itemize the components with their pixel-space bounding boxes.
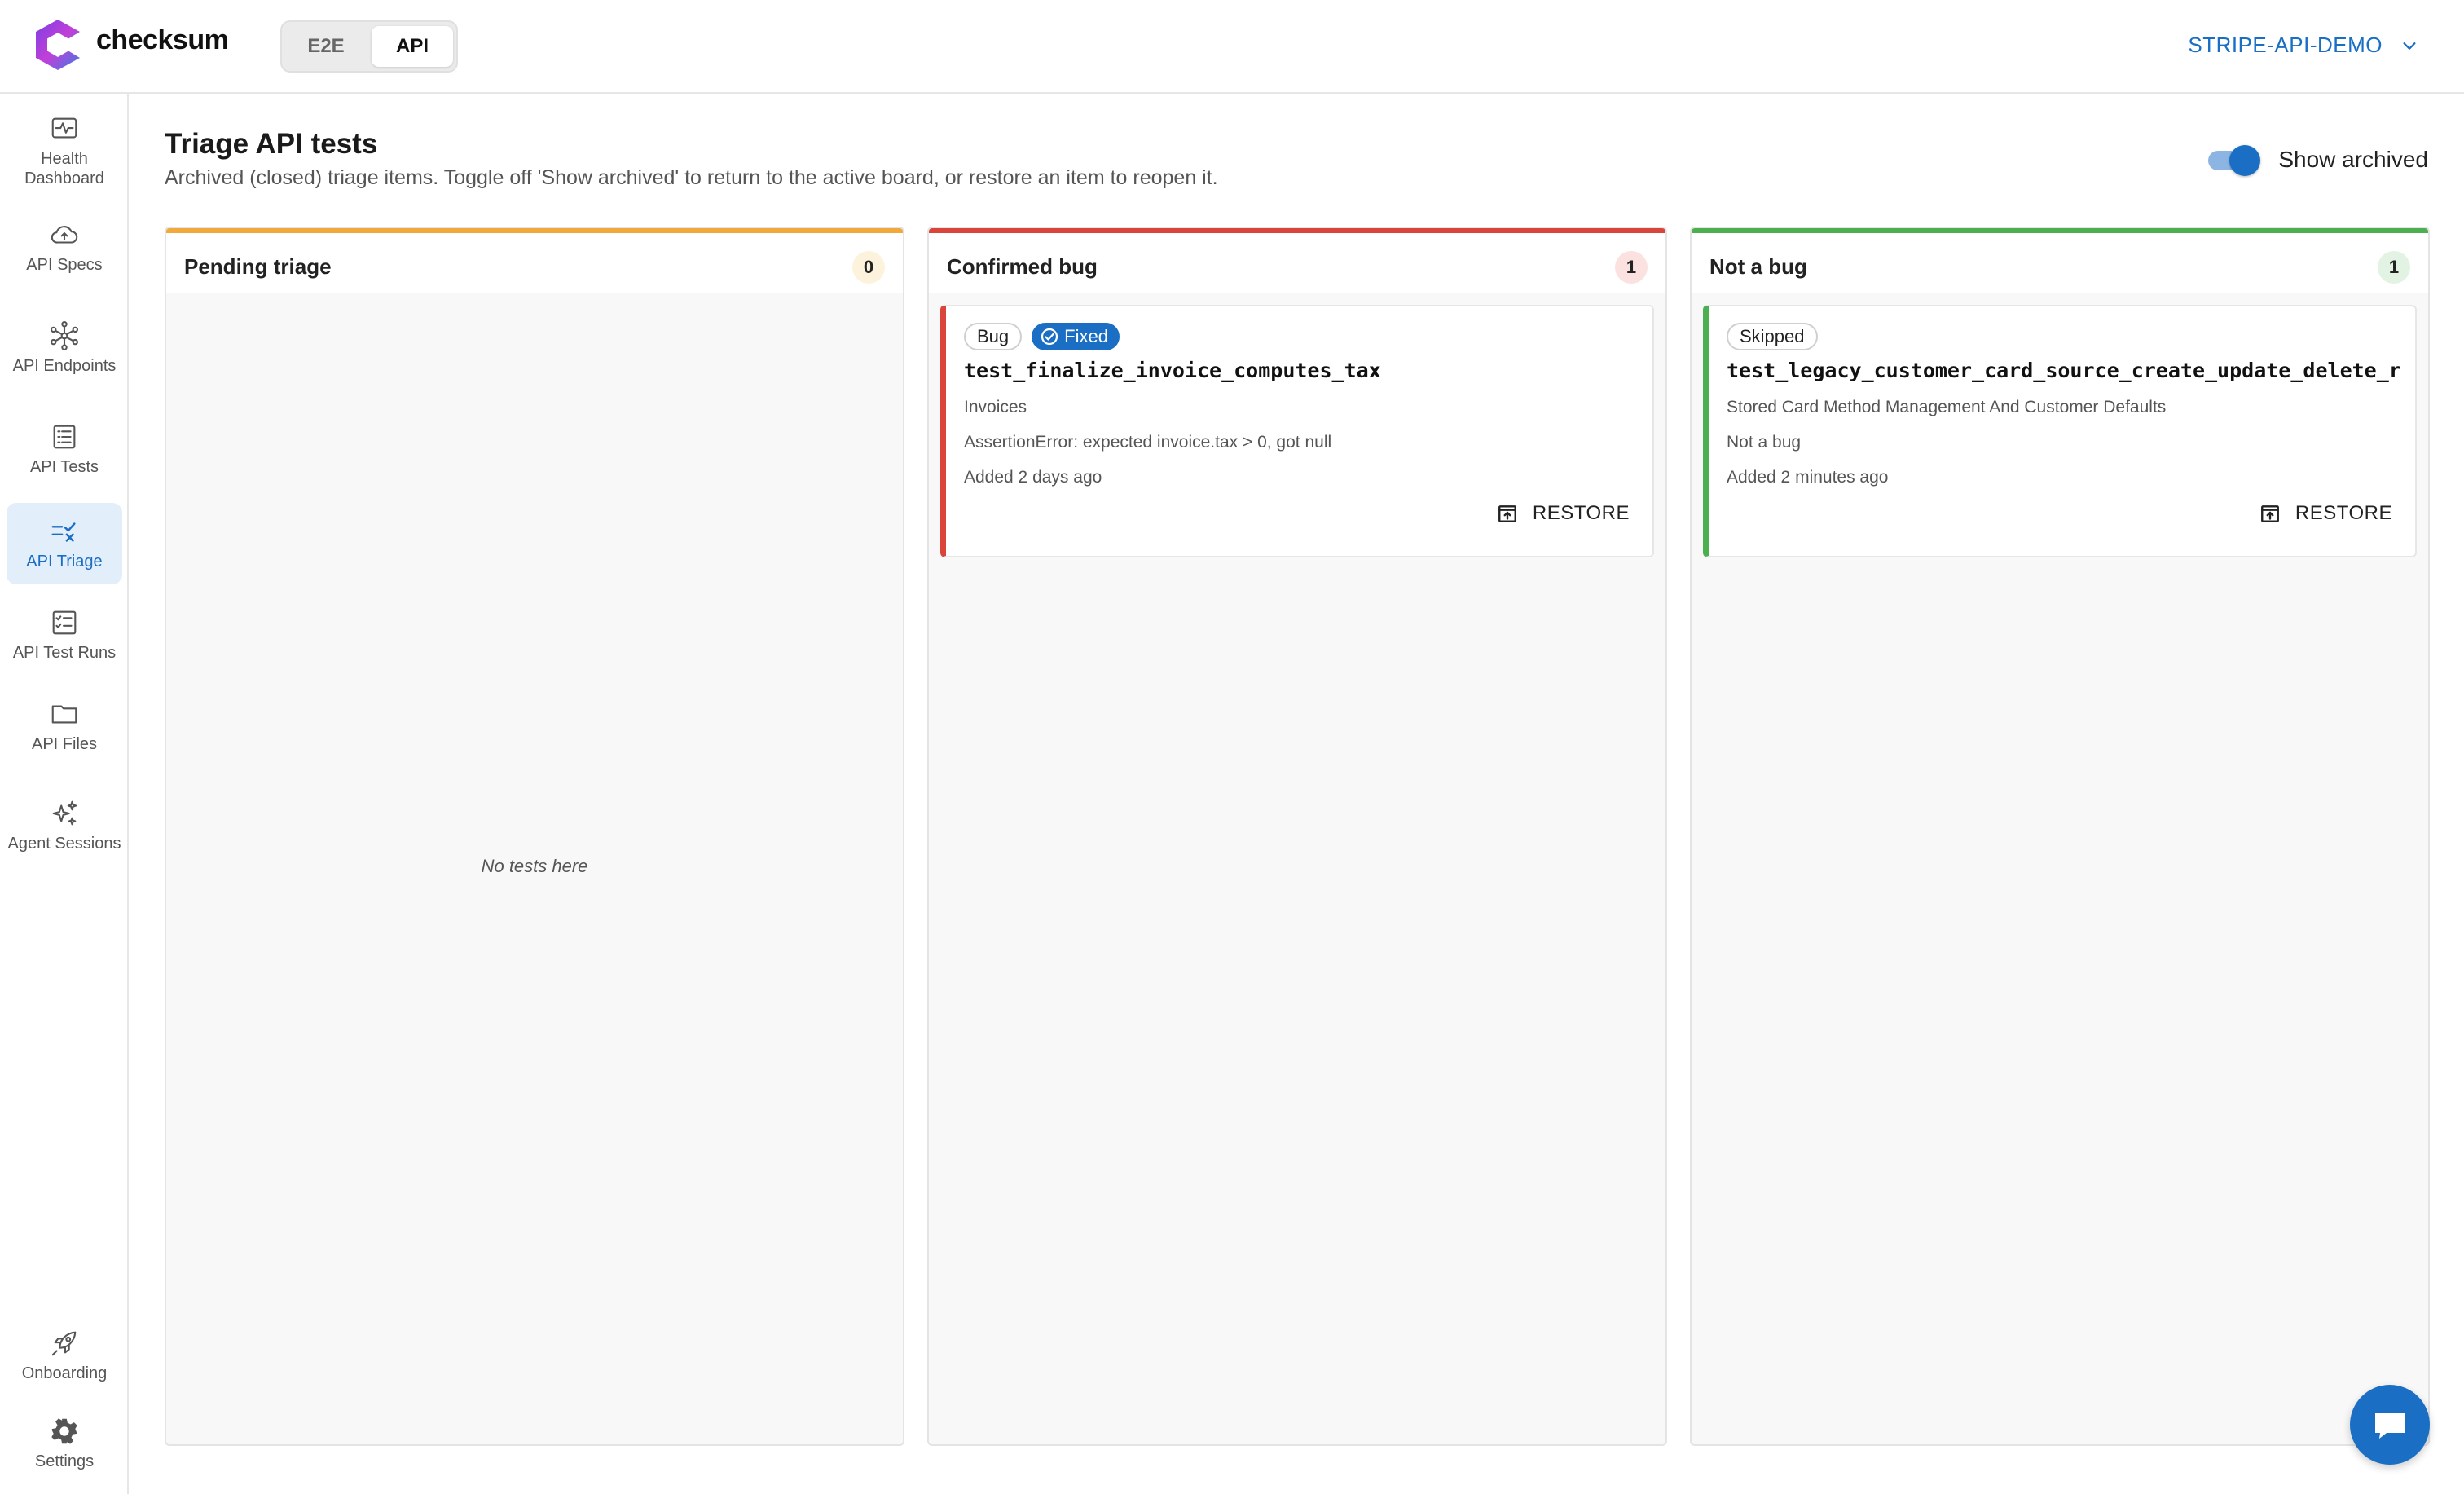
column-title: Confirmed bug (947, 254, 1098, 279)
bug-chip: Bug (964, 323, 1023, 350)
test-detail: AssertionError: expected invoice.tax > 0… (964, 433, 1332, 452)
health-icon (51, 117, 77, 139)
triage-card[interactable]: Bug Fixed test_finalize_invoice_computes… (940, 305, 1654, 557)
column-pending-triage: Pending triage 0 No tests here (165, 227, 904, 1446)
sidebar-item-label: API Specs (26, 256, 103, 274)
sidebar-item-label: Settings (34, 1452, 95, 1470)
page-subtitle: Archived (closed) triage items. Toggle o… (165, 166, 1218, 189)
column-header: Not a bug 1 (1692, 228, 2428, 293)
sidebar-item-health-dashboard[interactable]: Health Dashboard (7, 110, 122, 192)
project-name: STRIPE-API-DEMO (2188, 33, 2383, 57)
project-selector[interactable]: STRIPE-API-DEMO (2188, 33, 2418, 58)
show-archived-toggle[interactable] (2205, 143, 2261, 176)
chevron-down-icon (2403, 42, 2416, 50)
list-icon (53, 425, 76, 449)
sidebar-item-label: API Triage (26, 553, 103, 571)
restore-icon (1498, 505, 1516, 522)
restore-label: RESTORE (2295, 502, 2392, 524)
rocket-icon (51, 1331, 77, 1356)
sidebar-item-api-files[interactable]: API Files (7, 694, 122, 759)
test-name: test_finalize_invoice_computes_tax (964, 359, 1381, 382)
checksum-logo[interactable] (33, 18, 83, 72)
gear-icon (51, 1418, 77, 1444)
sidebar-item-label: API Tests (29, 458, 99, 476)
sidebar-item-agent-sessions[interactable]: Agent Sessions (7, 785, 122, 866)
added-time: Added 2 minutes ago (1727, 468, 1889, 487)
top-bar: checksum E2E API STRIPE-API-DEMO (0, 0, 2464, 94)
chat-icon (2375, 1413, 2405, 1439)
sparkles-icon (52, 800, 77, 826)
sidebar-item-api-tests[interactable]: API Tests (7, 416, 122, 482)
test-name: test_legacy_customer_card_source_create_… (1727, 359, 2401, 382)
card-chips: Skipped (1727, 323, 1818, 350)
cloud-upload-icon (51, 226, 78, 244)
test-group: Stored Card Method Management And Custom… (1727, 398, 2167, 416)
test-detail: Not a bug (1727, 433, 1802, 452)
fixed-chip-label: Fixed (1064, 326, 1108, 346)
test-group: Invoices (964, 398, 1027, 416)
column-header: Confirmed bug 1 (929, 228, 1665, 293)
restore-icon (2260, 505, 2279, 522)
column-confirmed-bug: Confirmed bug 1 Bug Fixed test_finalize_… (927, 227, 1667, 1446)
sidebar-item-api-test-runs[interactable]: API Test Runs (7, 602, 122, 668)
fixed-chip: Fixed (1032, 323, 1120, 350)
column-title: Pending triage (184, 254, 332, 279)
sidebar-item-api-endpoints[interactable]: API Endpoints (7, 307, 122, 389)
toggle-knob (2229, 145, 2261, 176)
sidebar-item-settings[interactable]: Settings (7, 1411, 122, 1476)
folder-icon (51, 705, 77, 724)
triage-icon (51, 522, 76, 542)
restore-label: RESTORE (1532, 502, 1630, 524)
tab-api[interactable]: API (372, 26, 453, 67)
sidebar-item-label: API Files (31, 735, 98, 753)
sidebar-item-label: Health Dashboard (24, 150, 104, 187)
skipped-chip: Skipped (1727, 323, 1818, 350)
sidebar-item-label: API Endpoints (12, 357, 117, 375)
restore-button[interactable]: RESTORE (1497, 502, 1630, 525)
show-archived-toggle-group: Show archived (2205, 143, 2428, 176)
network-icon (50, 321, 79, 350)
sidebar-item-label: Onboarding (21, 1364, 108, 1382)
added-time: Added 2 days ago (964, 468, 1102, 487)
column-not-a-bug: Not a bug 1 Skipped test_legacy_customer… (1690, 227, 2430, 1446)
column-title: Not a bug (1709, 254, 1807, 279)
triage-card[interactable]: Skipped test_legacy_customer_card_source… (1703, 305, 2417, 557)
brand-name: checksum (96, 24, 229, 55)
checklist-icon (52, 610, 77, 635)
restore-button[interactable]: RESTORE (2259, 502, 2392, 525)
sidebar-item-api-triage[interactable]: API Triage (7, 503, 122, 584)
mode-switcher: E2E API (280, 20, 458, 73)
chat-button[interactable] (2350, 1385, 2430, 1465)
sidebar-item-onboarding[interactable]: Onboarding (7, 1323, 122, 1388)
sidebar-item-label: Agent Sessions (7, 835, 121, 853)
card-chips: Bug Fixed (964, 323, 1120, 350)
sidebar: Health Dashboard API Specs API Endpoints… (0, 94, 129, 1494)
check-circle-icon (1041, 328, 1058, 346)
sidebar-item-api-specs[interactable]: API Specs (7, 216, 122, 278)
empty-state: No tests here (481, 856, 588, 876)
column-count-badge: 1 (2378, 251, 2410, 284)
column-count-badge: 0 (852, 251, 885, 284)
tab-e2e[interactable]: E2E (287, 26, 365, 67)
column-header: Pending triage 0 (166, 228, 903, 293)
sidebar-item-label: API Test Runs (12, 644, 117, 662)
page-title: Triage API tests (165, 128, 378, 160)
show-archived-label: Show archived (2278, 147, 2428, 172)
column-count-badge: 1 (1615, 251, 1648, 284)
